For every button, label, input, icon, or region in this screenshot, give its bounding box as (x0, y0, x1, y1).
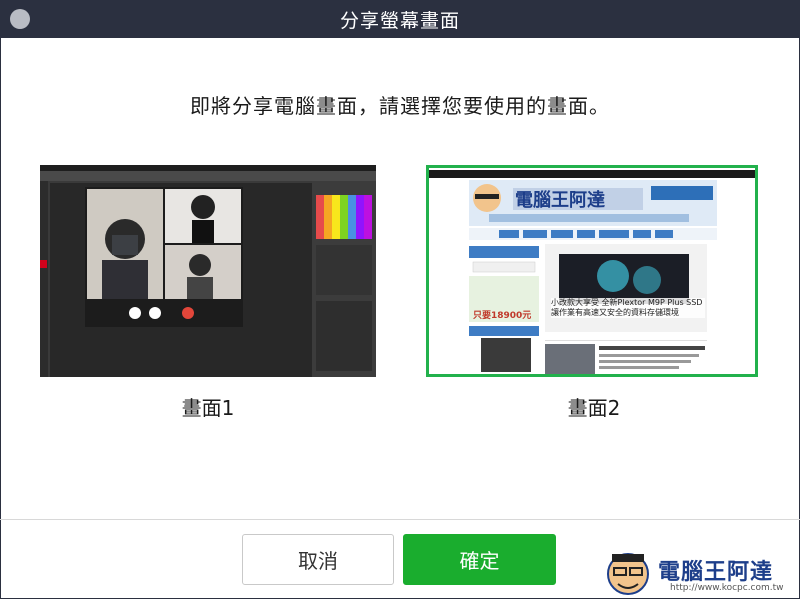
screen-label-1: 畫面1 (181, 396, 235, 420)
site-title-text: 電腦王阿達 (515, 189, 605, 211)
ad-price-text: 只要18900元 (473, 310, 531, 321)
window-title: 分享螢幕畫面 (339, 9, 460, 32)
screen-thumbnail-1[interactable] (40, 165, 376, 377)
screen-1-preview (40, 165, 376, 377)
window-close-dot[interactable] (10, 9, 30, 29)
screen-thumbnail-2[interactable]: 電腦王阿達 只要18900元 小改款大享受 全新Plextor M9P Plus… (426, 165, 758, 377)
confirm-button[interactable]: 確定 (403, 534, 556, 585)
footer-divider (0, 519, 800, 520)
watermark: 電腦王阿達 http://www.kocpc.com.tw (600, 548, 796, 598)
prompt-text: 即將分享電腦畫面，請選擇您要使用的畫面。 (190, 94, 610, 118)
watermark-url: http://www.kocpc.com.tw (670, 583, 784, 593)
article-headline: 小改款大享受 全新Plextor M9P Plus SSD 讓作業有高速又安全的… (551, 298, 705, 318)
screen-label-2: 畫面2 (567, 396, 621, 420)
title-bar: 分享螢幕畫面 (0, 0, 800, 38)
cancel-button[interactable]: 取消 (242, 534, 394, 585)
watermark-name: 電腦王阿達 (658, 560, 774, 585)
mascot-logo-icon (607, 553, 649, 595)
screen-2-preview: 電腦王阿達 只要18900元 小改款大享受 全新Plextor M9P Plus… (429, 168, 755, 374)
